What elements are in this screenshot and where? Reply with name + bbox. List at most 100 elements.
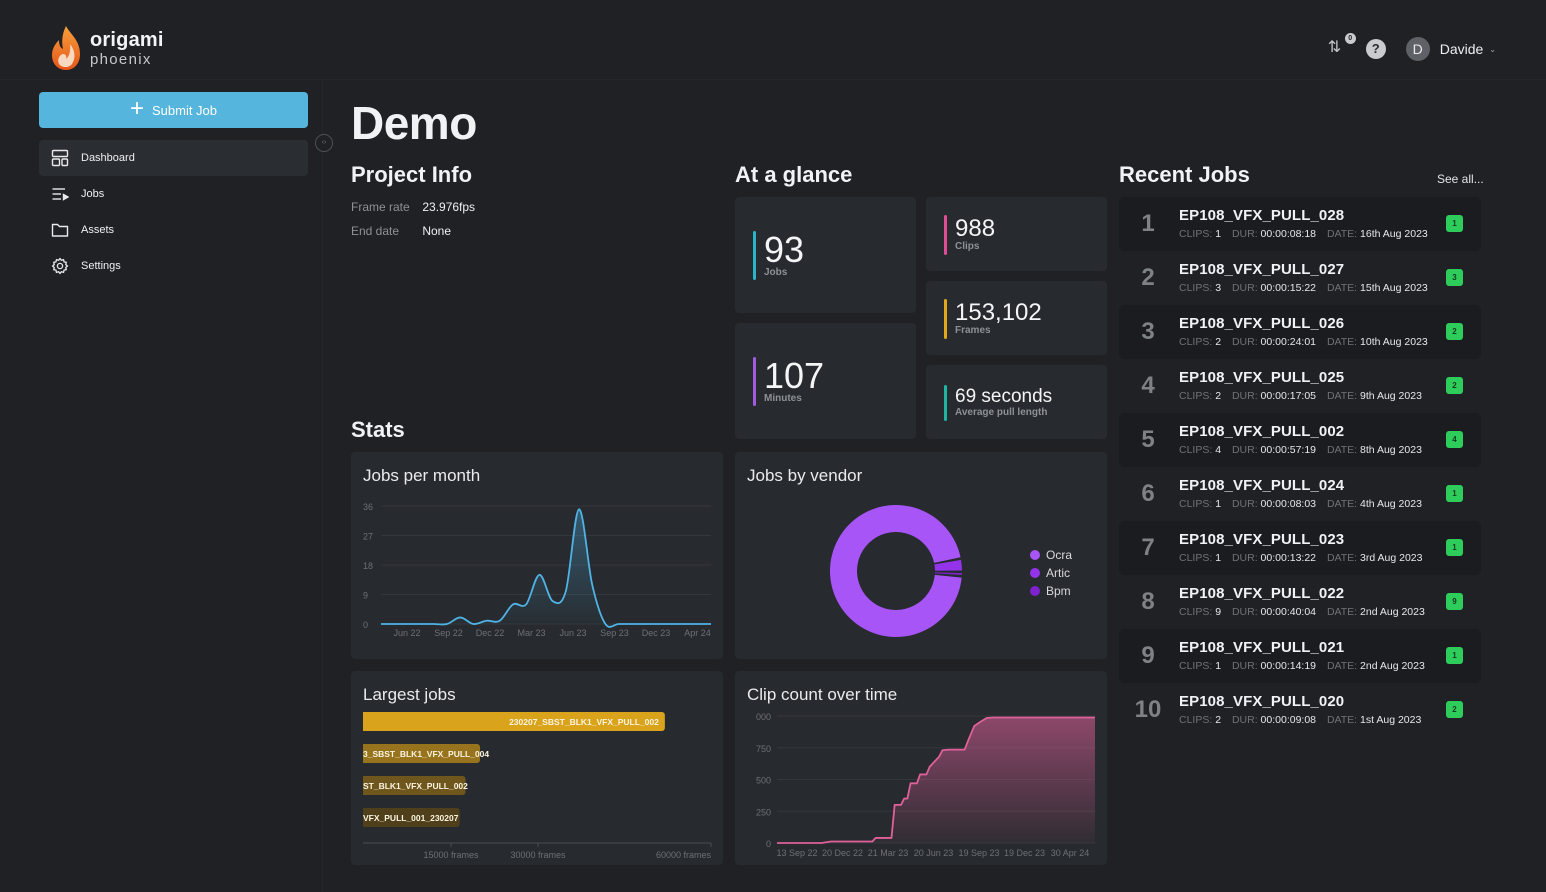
date-key: DATE: — [1326, 390, 1358, 402]
bar-label: ST_BLK1_VFX_PULL_002 — [363, 781, 468, 791]
sidebar-item-label: Assets — [81, 224, 115, 236]
clips-key: CLIPS: — [1179, 552, 1213, 564]
largest-jobs-card: Largest jobs 230207_SBST_BLK1_VFX_PULL_0… — [351, 671, 723, 865]
dur-value: 00:00:40:04 — [1260, 606, 1317, 618]
clips-key: CLIPS: — [1179, 336, 1213, 348]
list-item[interactable]: 8 EP108_VFX_PULL_022 CLIPS: 9 DUR: 00:00… — [1119, 575, 1481, 629]
stat-value: 988 — [955, 215, 996, 242]
date-key: DATE: — [1326, 498, 1358, 510]
x-tick-label: 15000 frames — [423, 850, 479, 860]
date-value: 8th Aug 2023 — [1360, 444, 1422, 456]
list-item[interactable]: 2 EP108_VFX_PULL_027 CLIPS: 3 DUR: 00:00… — [1119, 251, 1481, 305]
clip-count-badge: 4 — [1446, 431, 1463, 448]
list-item[interactable]: 1 EP108_VFX_PULL_028 CLIPS: 1 DUR: 00:00… — [1119, 197, 1481, 251]
date-value: 15th Aug 2023 — [1360, 282, 1428, 294]
dur-key: DUR: — [1231, 336, 1258, 348]
job-name: EP108_VFX_PULL_020 — [1179, 693, 1345, 710]
date-value: 2nd Aug 2023 — [1360, 606, 1425, 618]
legend-swatch — [1030, 550, 1040, 560]
x-tick-label: 20 Dec 22 — [822, 848, 863, 858]
job-index: 9 — [1141, 642, 1155, 669]
list-item[interactable]: 7 EP108_VFX_PULL_023 CLIPS: 1 DUR: 00:00… — [1119, 521, 1481, 575]
stat-label: Frames — [955, 325, 991, 336]
chevron-down-icon[interactable]: ⌄ — [1489, 45, 1496, 54]
list-item[interactable]: 4 EP108_VFX_PULL_025 CLIPS: 2 DUR: 00:00… — [1119, 359, 1481, 413]
jobs-by-vendor-card: Jobs by vendor Ocra Artic Bpm — [735, 452, 1107, 659]
stat-card-minutes: 107 Minutes — [735, 323, 916, 439]
dur-value: 00:00:17:05 — [1260, 390, 1317, 402]
main-content: Demo Project Info Frame rate 23.976fps E… — [323, 80, 1546, 892]
clips-key: CLIPS: — [1179, 606, 1213, 618]
date-key: DATE: — [1326, 552, 1358, 564]
submit-job-label: Submit Job — [151, 102, 218, 118]
stat-label: Jobs — [764, 267, 788, 278]
y-tick-label: 27 — [363, 532, 373, 542]
plus-icon: + — [129, 95, 144, 122]
dur-key: DUR: — [1231, 606, 1258, 618]
x-tick-label: 19 Dec 23 — [1004, 848, 1045, 858]
stat-value: 93 — [764, 229, 805, 270]
clips-value: 1 — [1215, 552, 1222, 564]
project-info-title: Project Info — [351, 162, 473, 187]
dur-key: DUR: — [1231, 282, 1258, 294]
bar-label: 3_SBST_BLK1_VFX_PULL_004 — [363, 749, 489, 759]
submit-job-button[interactable]: + Submit Job — [39, 92, 308, 128]
sidebar-item-assets[interactable]: Assets — [39, 212, 308, 248]
job-index: 1 — [1141, 210, 1155, 237]
clips-value: 1 — [1215, 228, 1222, 240]
see-all-link[interactable]: See all... — [1437, 172, 1484, 186]
sidebar-item-label: Settings — [81, 260, 121, 272]
help-button[interactable]: ? — [1365, 39, 1386, 59]
y-tick-label: 500 — [756, 776, 771, 786]
gear-icon — [51, 257, 69, 275]
avatar[interactable]: D — [1405, 37, 1430, 61]
date-value: 1st Aug 2023 — [1360, 714, 1422, 726]
stat-value: 107 — [764, 355, 825, 396]
list-item[interactable]: 6 EP108_VFX_PULL_024 CLIPS: 1 DUR: 00:00… — [1119, 467, 1481, 521]
sidebar-item-jobs[interactable]: Jobs — [39, 176, 308, 212]
info-label: End date — [351, 224, 400, 238]
stat-label: Minutes — [764, 393, 802, 404]
y-tick-label: 000 — [756, 712, 771, 722]
x-tick-label: Dec 23 — [642, 628, 671, 638]
dur-key: DUR: — [1231, 390, 1258, 402]
job-index: 6 — [1141, 480, 1155, 507]
sidebar-item-settings[interactable]: Settings — [39, 248, 308, 284]
dur-key: DUR: — [1231, 660, 1258, 672]
job-meta: CLIPS: 1 DUR: 00:00:08:18 DATE: 16th Aug… — [1179, 228, 1428, 240]
y-tick-label: 0 — [766, 839, 771, 849]
list-item[interactable]: 5 EP108_VFX_PULL_002 CLIPS: 4 DUR: 00:00… — [1119, 413, 1481, 467]
bar-label: 230207_SBST_BLK1_VFX_PULL_002 — [509, 717, 659, 727]
transfers-button[interactable]: ⇅ 0 — [1328, 33, 1356, 61]
stat-card-frames: 153,102 Frames — [926, 281, 1107, 355]
stat-accent-bar — [944, 215, 947, 255]
clip-count-badge: 1 — [1446, 647, 1463, 664]
user-name[interactable]: Davide — [1440, 41, 1484, 57]
job-meta: CLIPS: 1 DUR: 00:00:14:19 DATE: 2nd Aug … — [1179, 660, 1425, 672]
job-name: EP108_VFX_PULL_027 — [1179, 261, 1345, 278]
stat-value: 69 seconds — [955, 386, 1053, 407]
job-index: 7 — [1141, 534, 1155, 561]
dur-value: 00:00:13:22 — [1260, 552, 1317, 564]
date-value: 16th Aug 2023 — [1360, 228, 1428, 240]
list-item[interactable]: 10 EP108_VFX_PULL_020 CLIPS: 2 DUR: 00:0… — [1119, 683, 1481, 737]
dur-value: 00:00:57:19 — [1260, 444, 1317, 456]
stat-label: Clips — [955, 241, 980, 252]
x-tick-label: 30000 frames — [510, 850, 566, 860]
date-value: 10th Aug 2023 — [1360, 336, 1428, 348]
dur-value: 00:00:09:08 — [1260, 714, 1317, 726]
clip-count-badge: 9 — [1446, 593, 1463, 610]
list-item[interactable]: 9 EP108_VFX_PULL_021 CLIPS: 1 DUR: 00:00… — [1119, 629, 1481, 683]
clips-value: 2 — [1215, 336, 1222, 348]
pie-slice-ocra — [830, 505, 962, 637]
x-tick-label: 20 Jun 23 — [914, 848, 954, 858]
app-logo[interactable]: origami phoenix — [50, 24, 164, 72]
clips-value: 9 — [1215, 606, 1222, 618]
job-name: EP108_VFX_PULL_021 — [1179, 639, 1345, 656]
list-item[interactable]: 3 EP108_VFX_PULL_026 CLIPS: 2 DUR: 00:00… — [1119, 305, 1481, 359]
sidebar-item-dashboard[interactable]: Dashboard — [39, 140, 308, 176]
sidebar: + Submit Job Dashboard Jobs Assets Setti… — [0, 80, 333, 892]
y-tick-label: 250 — [756, 807, 771, 817]
clips-value: 1 — [1215, 660, 1222, 672]
info-row-frame-rate: Frame rate 23.976fps — [351, 200, 475, 214]
